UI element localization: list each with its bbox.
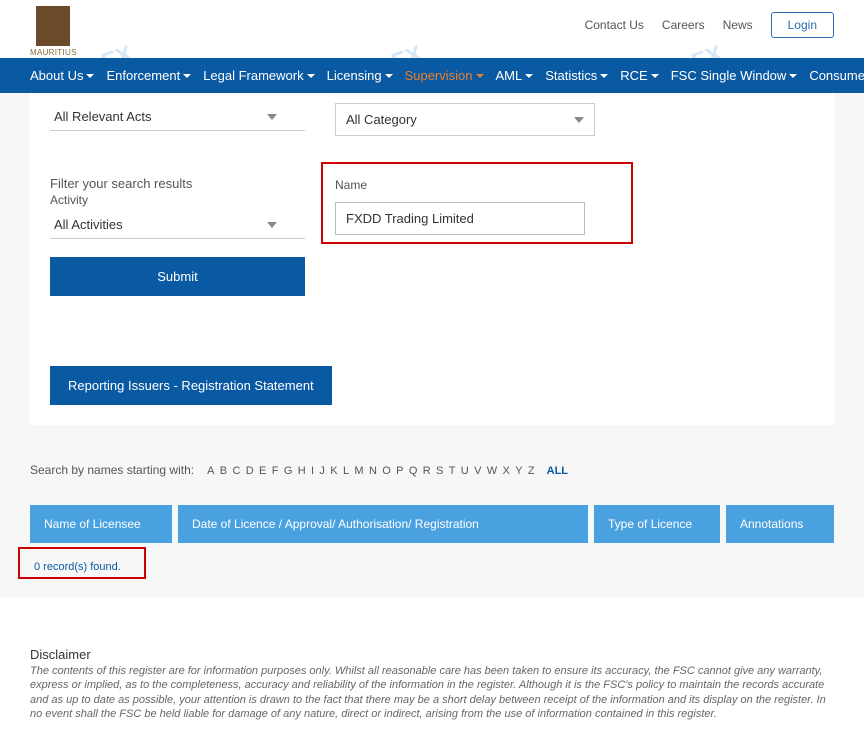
alpha-letter-w[interactable]: W <box>486 465 498 477</box>
nav-item-legal-framework[interactable]: Legal Framework <box>203 68 314 83</box>
alpha-letter-v[interactable]: V <box>473 465 482 477</box>
alpha-letter-e[interactable]: E <box>258 465 267 477</box>
category-select[interactable]: All Category <box>335 103 595 136</box>
chevron-down-icon <box>574 117 584 123</box>
login-button[interactable]: Login <box>771 12 834 38</box>
alpha-letter-p[interactable]: P <box>395 465 404 477</box>
chevron-down-icon <box>525 74 533 78</box>
alpha-letter-k[interactable]: K <box>329 465 338 477</box>
alpha-letter-n[interactable]: N <box>368 465 378 477</box>
alpha-filter-row: Search by names starting with: A B C D E… <box>30 463 834 477</box>
name-label: Name <box>335 178 595 192</box>
filter-results-label: Filter your search results <box>50 176 305 191</box>
activity-label: Activity <box>50 193 305 207</box>
link-contact-us[interactable]: Contact Us <box>585 18 644 32</box>
reporting-issuers-link[interactable]: Reporting Issuers - Registration Stateme… <box>50 366 332 405</box>
nav-item-label: FSC Single Window <box>671 68 787 83</box>
chevron-down-icon <box>600 74 608 78</box>
nav-item-label: Licensing <box>327 68 382 83</box>
alpha-letter-o[interactable]: O <box>381 465 392 477</box>
nav-item-label: About Us <box>30 68 83 83</box>
nav-item-statistics[interactable]: Statistics <box>545 68 608 83</box>
submit-button[interactable]: Submit <box>50 257 305 296</box>
alpha-letter-i[interactable]: I <box>310 465 315 477</box>
logo-icon <box>36 6 70 46</box>
records-found-text: 0 record(s) found. <box>30 557 157 577</box>
nav-item-label: Statistics <box>545 68 597 83</box>
alpha-letter-q[interactable]: Q <box>408 465 419 477</box>
alpha-letter-t[interactable]: T <box>448 465 457 477</box>
alpha-letter-u[interactable]: U <box>460 465 470 477</box>
alpha-letter-d[interactable]: D <box>245 465 255 477</box>
th-annotations: Annotations <box>726 505 834 543</box>
chevron-down-icon <box>267 222 277 228</box>
alpha-letter-b[interactable]: B <box>219 465 228 477</box>
results-table-header: Name of Licensee Date of Licence / Appro… <box>30 505 834 543</box>
nav-item-licensing[interactable]: Licensing <box>327 68 393 83</box>
alpha-letter-f[interactable]: F <box>271 465 280 477</box>
nav-item-label: Consumer Protection <box>809 68 864 83</box>
nav-item-label: Supervision <box>405 68 473 83</box>
nav-item-label: AML <box>496 68 523 83</box>
chevron-down-icon <box>267 114 277 120</box>
name-input-wrap[interactable] <box>335 202 585 235</box>
th-date-of-licence: Date of Licence / Approval/ Authorisatio… <box>178 505 588 543</box>
nav-item-consumer-protection[interactable]: Consumer Protection <box>809 68 864 83</box>
main-nav: About Us Enforcement Legal Framework Licens… <box>0 58 864 93</box>
chevron-down-icon <box>183 74 191 78</box>
alpha-letter-c[interactable]: C <box>231 465 241 477</box>
name-input[interactable] <box>346 211 574 226</box>
activity-select[interactable]: All Activities <box>50 211 305 239</box>
logo-subtext: MAURITIUS <box>30 48 77 57</box>
alpha-letter-s[interactable]: S <box>435 465 444 477</box>
nav-item-label: Legal Framework <box>203 68 303 83</box>
nav-item-supervision[interactable]: Supervision <box>405 68 484 83</box>
chevron-down-icon <box>651 74 659 78</box>
chevron-down-icon <box>476 74 484 78</box>
category-select-value: All Category <box>346 112 417 127</box>
link-news[interactable]: News <box>723 18 753 32</box>
alpha-letter-m[interactable]: M <box>353 465 364 477</box>
alpha-letter-y[interactable]: Y <box>514 465 523 477</box>
alpha-letter-j[interactable]: J <box>318 465 326 477</box>
nav-item-label: RCE <box>620 68 647 83</box>
chevron-down-icon <box>789 74 797 78</box>
nav-item-label: Enforcement <box>106 68 180 83</box>
disclaimer-heading: Disclaimer <box>30 647 834 662</box>
activity-select-value: All Activities <box>54 217 123 232</box>
alpha-prefix: Search by names starting with: <box>30 463 194 477</box>
nav-item-fsc-single-window[interactable]: FSC Single Window <box>671 68 798 83</box>
acts-select-value: All Relevant Acts <box>54 109 152 124</box>
alpha-all[interactable]: ALL <box>546 465 569 477</box>
nav-item-enforcement[interactable]: Enforcement <box>106 68 191 83</box>
alpha-letter-x[interactable]: X <box>502 465 511 477</box>
alpha-letter-a[interactable]: A <box>206 465 215 477</box>
chevron-down-icon <box>385 74 393 78</box>
alpha-letter-l[interactable]: L <box>342 465 350 477</box>
nav-item-aml[interactable]: AML <box>496 68 534 83</box>
nav-item-rce[interactable]: RCE <box>620 68 658 83</box>
chevron-down-icon <box>307 74 315 78</box>
link-careers[interactable]: Careers <box>662 18 705 32</box>
disclaimer-text: The contents of this register are for in… <box>30 664 834 721</box>
nav-item-about-us[interactable]: About Us <box>30 68 94 83</box>
th-type-of-licence: Type of Licence <box>594 505 720 543</box>
alpha-letter-g[interactable]: G <box>283 465 294 477</box>
logo[interactable]: MAURITIUS <box>30 6 77 57</box>
alpha-letter-r[interactable]: R <box>422 465 432 477</box>
acts-select[interactable]: All Relevant Acts <box>50 103 305 131</box>
chevron-down-icon <box>86 74 94 78</box>
alpha-letter-z[interactable]: Z <box>527 465 536 477</box>
alpha-letter-h[interactable]: H <box>297 465 307 477</box>
th-name-of-licensee: Name of Licensee <box>30 505 172 543</box>
